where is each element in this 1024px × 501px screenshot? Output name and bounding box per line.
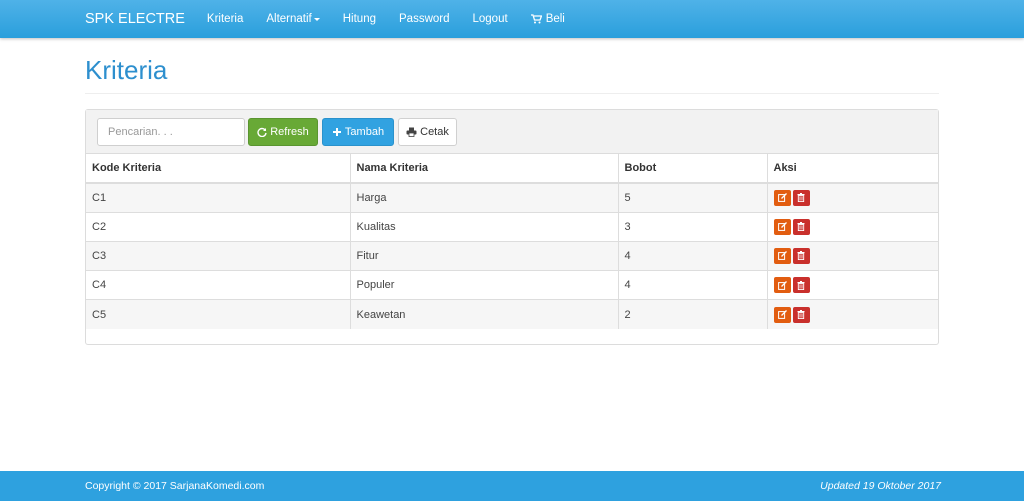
- cell-bobot: 4: [618, 270, 768, 300]
- edit-icon: [777, 193, 787, 203]
- cetak-button[interactable]: Cetak: [398, 118, 457, 146]
- caret-down-icon: [313, 17, 320, 21]
- trash-icon: [797, 251, 805, 261]
- delete-button[interactable]: [792, 277, 810, 294]
- edit-button[interactable]: [773, 189, 791, 206]
- column-header[interactable]: Nama Kriteria: [350, 154, 619, 184]
- table-row: C2 Kualitas 3: [86, 211, 938, 242]
- edit-icon: [777, 251, 787, 261]
- delete-button[interactable]: [792, 306, 810, 323]
- edit-icon: [777, 310, 787, 319]
- nav-item-hitung[interactable]: Hitung: [343, 13, 376, 25]
- table-row: C1 Harga 5: [86, 182, 938, 213]
- footer-updated: Updated 19 Oktober 2017: [820, 480, 941, 492]
- nav-item-alternatif[interactable]: Alternatif: [266, 13, 320, 25]
- tambah-button[interactable]: Tambah: [322, 118, 394, 146]
- trash-icon: [797, 280, 805, 290]
- cell-nama: Harga: [350, 182, 619, 213]
- cell-aksi: [767, 182, 938, 213]
- column-header: Aksi: [767, 154, 938, 184]
- column-header[interactable]: Kode Kriteria: [86, 154, 351, 184]
- nav-item-label: Logout: [472, 13, 508, 25]
- delete-button[interactable]: [792, 247, 810, 264]
- cell-kode: C3: [86, 240, 351, 271]
- edit-button[interactable]: [773, 218, 791, 235]
- delete-button[interactable]: [792, 189, 810, 206]
- nav-item-label: Kriteria: [206, 13, 244, 25]
- cell-bobot: 4: [618, 240, 768, 271]
- edit-button[interactable]: [773, 247, 791, 264]
- edit-button[interactable]: [773, 277, 791, 294]
- table-row: C4 Populer 4: [86, 270, 938, 300]
- nav-item-label: Password: [399, 13, 450, 25]
- kriteria-table: Kode Kriteria Nama Kriteria Bobot Aksi C…: [86, 154, 938, 329]
- tambah-label: Tambah: [344, 126, 385, 138]
- table-row: C5 Keawetan 2: [86, 299, 938, 329]
- cell-kode: C4: [86, 270, 351, 300]
- trash-icon: [797, 310, 805, 320]
- cell-aksi: [767, 270, 938, 300]
- edit-icon: [777, 222, 787, 232]
- trash-icon: [797, 193, 805, 203]
- cell-nama: Fitur: [350, 240, 619, 271]
- toolbar: Refresh Tambah Cetak: [86, 110, 938, 154]
- cell-aksi: [767, 240, 938, 271]
- nav-item-password[interactable]: Password: [399, 13, 450, 25]
- nav-item-kriteria[interactable]: Kriteria: [207, 13, 243, 25]
- cell-nama: Populer: [350, 270, 619, 300]
- edit-button[interactable]: [773, 306, 791, 323]
- table-row: C3 Fitur 4: [86, 240, 938, 271]
- footer-copyright: Copyright © 2017 SarjanaKomedi.com: [85, 480, 265, 492]
- cart-icon: [530, 14, 542, 24]
- cell-nama: Kualitas: [350, 211, 619, 242]
- cell-kode: C2: [86, 211, 351, 242]
- cell-aksi: [767, 211, 938, 242]
- table-header-row: Kode Kriteria Nama Kriteria Bobot Aksi: [86, 154, 938, 184]
- page-title: Kriteria: [85, 55, 168, 85]
- cetak-label: Cetak: [420, 126, 449, 138]
- cell-kode: C5: [86, 299, 351, 329]
- nav-item-label: Alternatif: [266, 13, 312, 25]
- kriteria-panel: Refresh Tambah Cetak Kode Kriteria Nama …: [85, 109, 939, 345]
- edit-icon: [777, 280, 787, 290]
- nav-item-beli[interactable]: Beli: [530, 13, 565, 25]
- title-divider: [85, 93, 939, 94]
- navbar: SPK ELECTRE Kriteria Alternatif Hitung P…: [0, 0, 1024, 38]
- refresh-label: Refresh: [270, 126, 309, 138]
- cell-bobot: 3: [618, 211, 768, 242]
- trash-icon: [797, 222, 805, 232]
- cell-kode: C1: [86, 182, 351, 213]
- column-header[interactable]: Bobot: [618, 154, 768, 184]
- brand-link[interactable]: SPK ELECTRE: [85, 11, 185, 27]
- nav-item-label: Beli: [545, 13, 565, 25]
- cell-bobot: 5: [618, 182, 768, 213]
- delete-button[interactable]: [792, 218, 810, 235]
- cell-aksi: [767, 299, 938, 329]
- refresh-icon: [257, 127, 267, 137]
- search-input[interactable]: [97, 118, 245, 146]
- footer: Copyright © 2017 SarjanaKomedi.com Updat…: [0, 471, 1024, 501]
- refresh-button[interactable]: Refresh: [248, 118, 318, 146]
- print-icon: [406, 127, 417, 137]
- cell-bobot: 2: [618, 299, 768, 329]
- nav-item-label: Hitung: [342, 13, 376, 25]
- plus-icon: [332, 128, 341, 136]
- nav-item-logout[interactable]: Logout: [473, 13, 508, 25]
- cell-nama: Keawetan: [350, 299, 619, 329]
